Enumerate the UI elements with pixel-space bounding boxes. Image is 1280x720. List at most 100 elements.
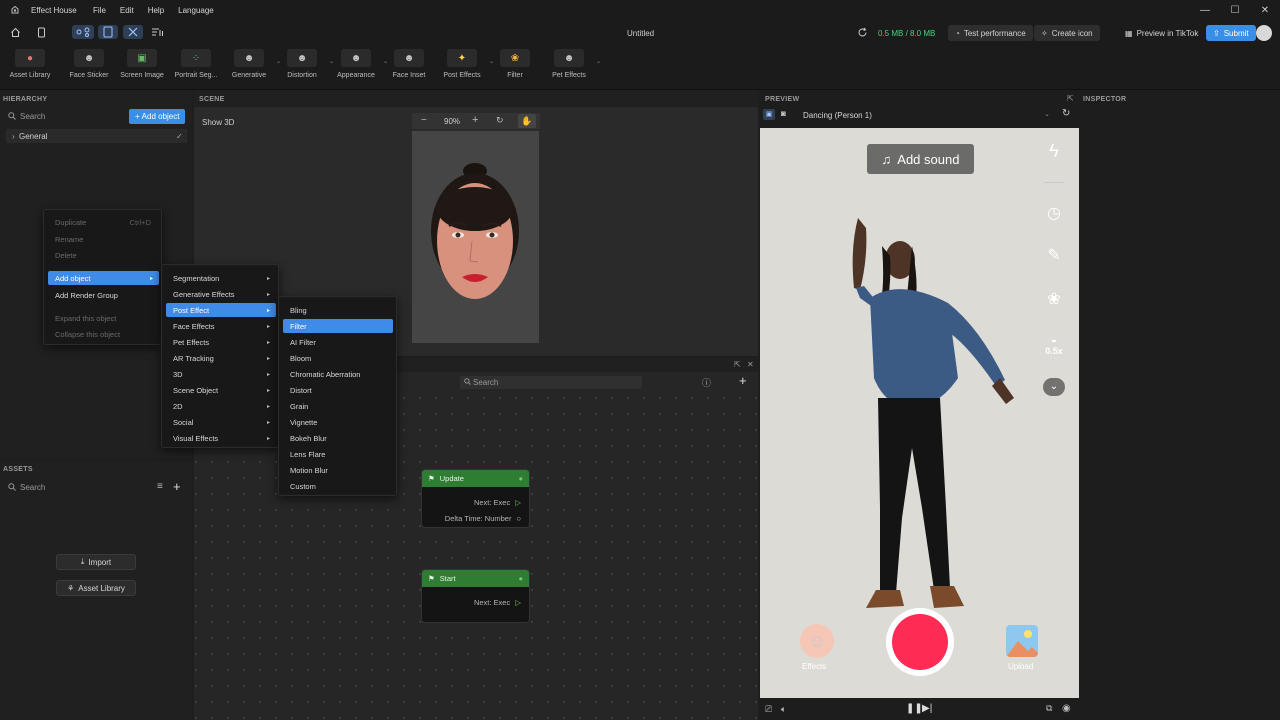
screen-image-item[interactable]: ▣ Screen Image [118,49,166,87]
menu-item-expand[interactable]: Expand this object [48,311,159,325]
script-icon[interactable] [151,27,165,40]
menu-help[interactable]: Help [148,6,164,15]
hierarchy-search-input[interactable]: Search [20,112,45,121]
submenu-item-3d[interactable]: 3D ▸ [166,367,276,381]
assets-search-input[interactable]: Search [20,483,45,492]
node-output-delta[interactable]: Delta Time: Number ○ [445,514,521,523]
post-item-bokeh-blur[interactable]: Bokeh Blur [283,431,393,445]
number-pin-icon[interactable]: ○ [516,514,521,523]
post-item-bling[interactable]: Bling [283,303,393,317]
view-tools-toggle[interactable] [123,25,143,39]
flash-icon[interactable]: ϟ [1043,140,1065,162]
close-icon[interactable]: ✕ [747,360,754,369]
preview-viewport[interactable]: ♫ Add sound ϟ ◷ ✎ ❀ ◒ 0.5x ⌄ ☺ Effects Upl… [760,128,1079,698]
volume-icon[interactable]: 🔈︎ [781,704,786,715]
speed-button[interactable]: ◒ 0.5x [1041,330,1067,360]
refresh-icon[interactable]: ↻ [1062,108,1070,119]
camera-icon[interactable]: ◙ [781,109,786,118]
add-asset-icon[interactable]: + [173,479,181,494]
chevron-right-icon[interactable]: › [12,132,15,141]
menu-item-delete[interactable]: Delete [48,248,159,262]
post-item-chromatic-aberration[interactable]: Chromatic Aberration [283,367,393,381]
view-phone-toggle[interactable] [98,25,118,39]
post-item-vignette[interactable]: Vignette [283,415,393,429]
scene-viewport[interactable] [412,131,539,343]
view-graph-toggle[interactable] [72,25,94,39]
menu-language[interactable]: Language [178,6,214,15]
submenu-item-2d[interactable]: 2D ▸ [166,399,276,413]
post-item-motion-blur[interactable]: Motion Blur [283,463,393,477]
menu-item-duplicate[interactable]: Duplicate Ctrl+D [48,215,159,229]
camera-mode-icon[interactable]: ▣ [763,109,775,120]
submenu-item-segmentation[interactable]: Segmentation ▸ [166,271,276,285]
add-sound-button[interactable]: ♫ Add sound [867,144,974,174]
preview-in-tiktok-button[interactable]: ▦ Preview in TikTok [1118,25,1205,41]
add-object-button[interactable]: + Add object [129,109,186,124]
face-sticker-item[interactable]: ☻ Face Sticker [65,49,113,87]
more-options-icon[interactable]: ⌄ [1043,378,1065,396]
popout-icon[interactable]: ⇱ [734,360,741,369]
popout-icon[interactable]: ⇱ [1067,94,1074,103]
menu-edit[interactable]: Edit [120,6,134,15]
post-item-grain[interactable]: Grain [283,399,393,413]
sort-icon[interactable]: ≡ [157,481,163,492]
close-window-button[interactable]: ✕ [1250,0,1280,21]
post-item-lens-flare[interactable]: Lens Flare [283,447,393,461]
menu-item-rename[interactable]: Rename [48,232,159,246]
generative-item[interactable]: ☻ Generative ⌄ [225,49,281,87]
upload-icon[interactable] [1006,625,1038,657]
home-icon[interactable] [10,27,21,40]
submenu-item-ar-tracking[interactable]: AR Tracking ▸ [166,351,276,365]
minimize-button[interactable]: — [1190,0,1220,21]
post-item-distort[interactable]: Distort [283,383,393,397]
pan-hand-icon[interactable]: ✋ [518,114,536,128]
check-icon[interactable]: ✓ [176,132,183,141]
magic-wand-icon[interactable]: ✎ [1043,244,1065,266]
menu-file[interactable]: File [93,6,106,15]
exec-pin-icon[interactable]: ▷ [515,598,521,607]
submenu-item-social[interactable]: Social ▸ [166,415,276,429]
import-button[interactable]: ⤓ Import [56,554,136,570]
effects-icon[interactable]: ☺ [800,624,834,658]
exec-pin-icon[interactable]: ▷ [515,498,521,507]
timer-icon[interactable]: ◷ [1043,202,1065,224]
device-icon[interactable] [36,27,47,40]
menu-item-add-render-group[interactable]: Add Render Group [48,288,159,302]
record-button[interactable] [886,608,954,676]
submenu-item-generative-effects[interactable]: Generative Effects ▸ [166,287,276,301]
avatar[interactable] [1256,25,1272,41]
reset-view-icon[interactable]: ↻ [496,115,504,126]
next-frame-icon[interactable]: ▶︎| [922,703,932,714]
hierarchy-row-general[interactable]: › General ✓ [6,129,187,143]
submenu-item-post-effect[interactable]: Post Effect ▸ [166,303,276,317]
crop-icon[interactable]: ⧉ [1046,703,1052,714]
node-output-next[interactable]: Next: Exec ▷ [474,598,521,607]
graph-search-input[interactable]: Search [460,376,642,389]
appearance-item[interactable]: ☻ Appearance ⌄ [332,49,388,87]
submit-button[interactable]: ⇪ Submit [1206,25,1256,41]
add-node-icon[interactable]: + [739,373,747,388]
submenu-item-face-effects[interactable]: Face Effects ▸ [166,319,276,333]
maximize-button[interactable]: ☐ [1220,0,1250,21]
distortion-item[interactable]: ☻ Distortion ⌄ [278,49,334,87]
filter-item[interactable]: ❀ Filter [491,49,539,87]
menu-item-add-object[interactable]: Add object ▸ [48,271,159,285]
test-performance-button[interactable]: ◔ Test performance [948,25,1033,41]
post-effects-item[interactable]: ✦ Post Effects ⌄ [438,49,494,87]
submenu-item-scene-object[interactable]: Scene Object ▸ [166,383,276,397]
node-update[interactable]: ⚑ Update ● Next: Exec ▷ Delta Time: Number ○ [421,469,530,528]
submenu-item-pet-effects[interactable]: Pet Effects ▸ [166,335,276,349]
portrait-seg-item[interactable]: ⁘ Portrait Seg... [172,49,220,87]
submenu-item-visual-effects[interactable]: Visual Effects ▸ [166,431,276,445]
menu-item-collapse[interactable]: Collapse this object [48,327,159,341]
post-item-custom[interactable]: Custom [283,479,393,493]
create-icon-button[interactable]: ✧ Create icon [1034,25,1100,41]
node-output-next[interactable]: Next: Exec ▷ [474,498,521,507]
filters-icon[interactable]: ❀ [1043,288,1065,310]
zoom-in-icon[interactable]: + [472,114,478,126]
asset-library-button[interactable]: ⚘ Asset Library [56,580,136,596]
preview-source-select[interactable]: Dancing (Person 1) [803,111,872,120]
chevron-down-icon[interactable]: ⌄ [596,58,601,65]
post-item-filter[interactable]: Filter [283,319,393,333]
info-icon[interactable]: ⓘ [702,376,711,389]
